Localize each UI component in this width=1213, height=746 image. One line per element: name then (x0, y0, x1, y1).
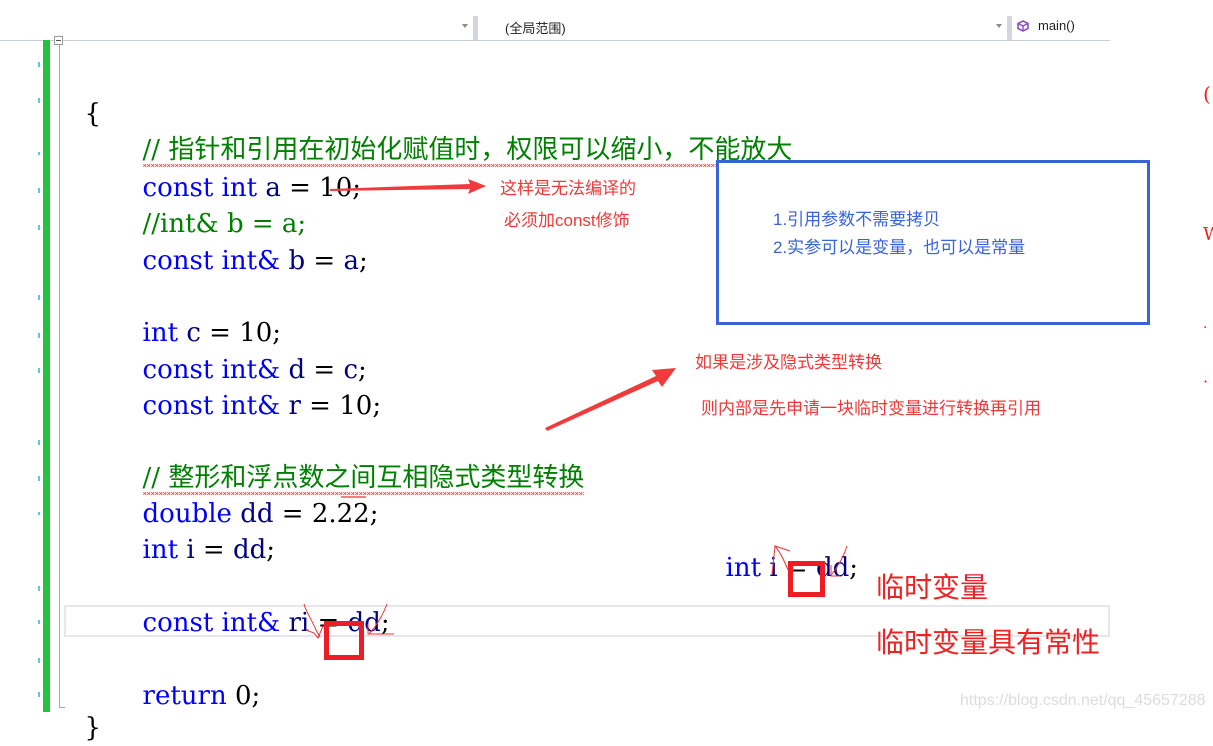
semicolon: ; (380, 608, 390, 638)
number-literal: 0 (234, 681, 252, 711)
number-literal: 2.22 (311, 499, 370, 529)
note-line: 1.引用参数不需要拷贝 (773, 210, 941, 229)
code-line-const-ref-r[interactable]: const int& r = 10; (126, 352, 382, 421)
operator: = (194, 535, 233, 565)
scope-dropdown[interactable]: (全局范围) (505, 18, 566, 37)
keyword: const int& (142, 608, 281, 638)
outline-guide (59, 44, 60, 708)
semicolon: ; (372, 391, 382, 421)
gutter-marker (38, 333, 40, 338)
gutter-marker (38, 512, 40, 515)
gutter-marker (38, 225, 40, 230)
function-dropdown[interactable]: main() (1038, 18, 1075, 33)
gutter-marker (38, 692, 40, 697)
code-line-open-brace[interactable]: { (68, 60, 102, 129)
code-line-commented-ref[interactable]: //int& b = a; (126, 170, 307, 239)
gutter-marker (38, 295, 40, 300)
side-example-code: int i = dd; (709, 514, 859, 583)
code-line-comment[interactable]: // 指针和引用在初始化赋值时，权限可以缩小，不能放大 (126, 96, 793, 165)
keyword: return (142, 681, 227, 711)
identifier: r (288, 391, 301, 421)
project-dropdown-arrow-icon[interactable] (462, 24, 468, 28)
note-line: 2.实参可以是变量，也可以是常量 (773, 238, 1026, 257)
collapse-icon[interactable] (54, 36, 63, 45)
change-tracking-bar (43, 40, 50, 712)
keyword: int (725, 553, 762, 583)
code-line-double-dd[interactable]: double dd = 2.22; (126, 460, 379, 529)
navigation-bar: (全局范围) main() (0, 0, 1110, 41)
punctuation: { (84, 99, 102, 129)
semicolon: ; (849, 553, 859, 583)
code-line-const-ref-d[interactable]: const int& d = c; (126, 316, 367, 385)
code-line-close-brace[interactable]: } (68, 674, 102, 743)
semicolon: ; (266, 535, 276, 565)
keyword: const int& (142, 246, 281, 276)
gutter-marker (38, 658, 40, 663)
gutter-marker (38, 620, 40, 624)
gutter-marker (38, 440, 40, 445)
annotation-must-add-const: 必须加const修饰 (504, 211, 630, 230)
gutter-marker (38, 368, 40, 373)
identifier: i (769, 553, 778, 583)
punctuation: } (84, 713, 102, 743)
temp-variable-box (788, 561, 825, 597)
annotation-implicit-conversion: 如果是涉及隐式类型转换 (695, 353, 882, 372)
annotation-cannot-compile: 这样是无法编译的 (500, 179, 636, 198)
outline-guide-end (59, 707, 65, 708)
gutter-marker (38, 98, 40, 103)
semicolon: ; (251, 681, 261, 711)
annotation-temp-variable-explain: 则内部是先申请一块临时变量进行转换再引用 (701, 399, 1041, 418)
semicolon: ; (369, 499, 379, 529)
method-cube-icon (1017, 20, 1029, 32)
annotation-temp-is-const: 临时变量具有常性 (876, 626, 1101, 659)
annotation-temp-variable: 临时变量 (876, 571, 989, 604)
note-box: 1.引用参数不需要拷贝 2.实参可以是变量，也可以是常量 (716, 160, 1150, 325)
code-line-const-ref-b[interactable]: const int& b = a; (126, 207, 368, 276)
temp-variable-box (324, 621, 364, 660)
nav-separator (1007, 16, 1012, 40)
keyword: int (142, 535, 179, 565)
code-line-const-a[interactable]: const int a = 10; (126, 134, 362, 203)
scope-dropdown-arrow-icon[interactable] (996, 24, 1002, 28)
gutter-marker (38, 62, 40, 67)
operator: = (305, 246, 344, 276)
clipped-glyph: · (1203, 320, 1208, 336)
identifier: b (288, 246, 306, 276)
code-line-return[interactable]: return 0; (126, 642, 261, 711)
function-name: main (128, 65, 194, 95)
number-literal: 10 (339, 391, 373, 421)
gutter-marker (38, 152, 40, 155)
gutter-marker (38, 476, 40, 481)
code-line-comment[interactable]: // 整形和浮点数之间互相隐式类型转换 (126, 424, 585, 493)
gutter-marker (38, 188, 40, 193)
code-line-int-c[interactable]: int c = 10; (126, 279, 282, 348)
identifier: dd (232, 535, 267, 565)
gutter-marker (38, 586, 40, 591)
keyword: const int& (142, 391, 281, 421)
punctuation: () (193, 65, 214, 95)
clipped-glyph: W (1203, 224, 1213, 245)
operator: = (300, 391, 340, 421)
code-line-const-ref-ri[interactable]: const int& ri = dd; (126, 569, 390, 638)
arrow-icon (545, 368, 676, 431)
nav-separator (473, 16, 478, 40)
identifier: i (186, 535, 195, 565)
clipped-glyph: ( (1203, 82, 1211, 106)
watermark: https://blog.csdn.net/qq_45657288 (960, 692, 1206, 709)
identifier: ri (288, 608, 310, 638)
operator: = (273, 499, 312, 529)
semicolon: ; (352, 173, 362, 203)
clipped-glyph: · (1203, 372, 1209, 391)
identifier: a (343, 246, 359, 276)
number-literal: 10 (319, 173, 353, 203)
semicolon: ; (358, 246, 368, 276)
code-line-int-i[interactable]: int i = dd; (126, 496, 276, 565)
